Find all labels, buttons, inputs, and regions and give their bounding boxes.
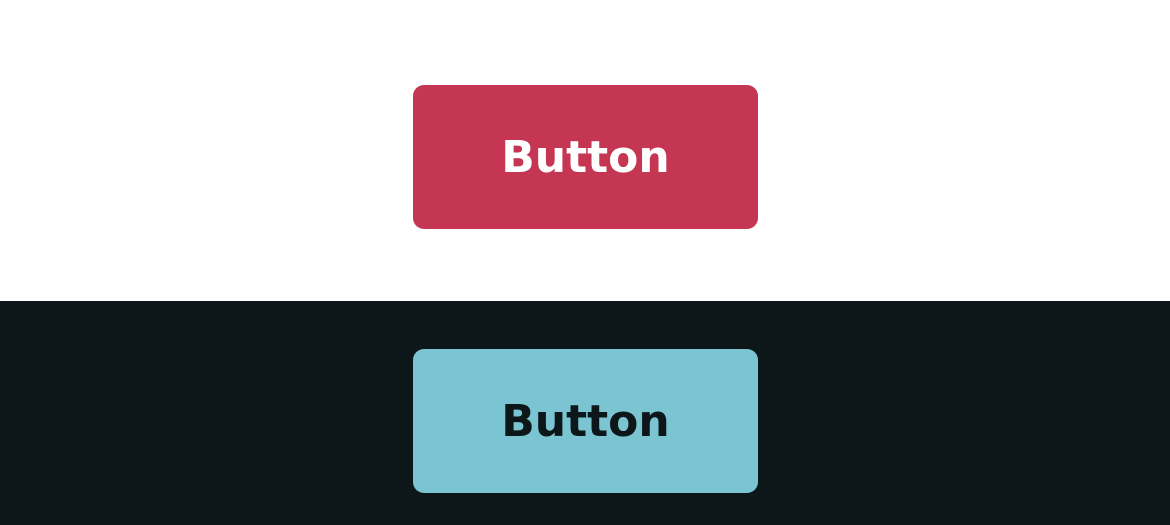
light-theme-panel: Button: [0, 0, 1170, 301]
dark-theme-panel: Button: [0, 301, 1170, 525]
page: Button Button: [0, 0, 1170, 525]
light-theme-button[interactable]: Button: [413, 85, 758, 229]
dark-theme-button[interactable]: Button: [413, 349, 758, 493]
